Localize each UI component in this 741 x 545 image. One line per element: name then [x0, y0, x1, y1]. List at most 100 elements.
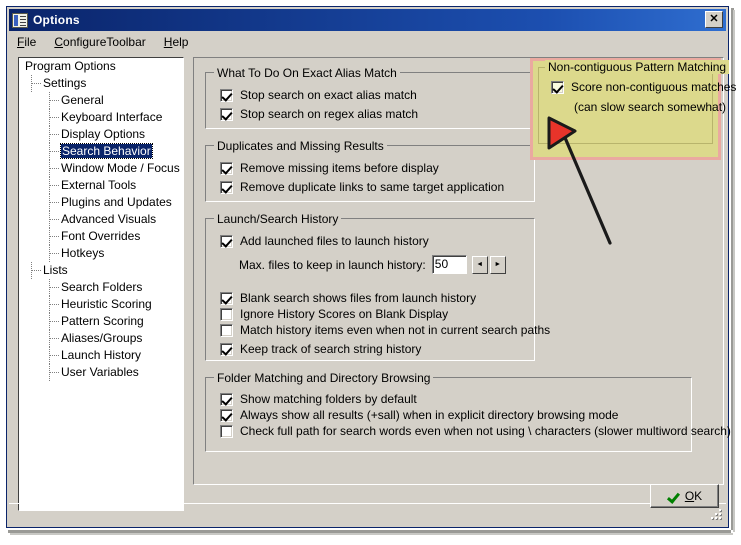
checkbox-icon[interactable]: [220, 161, 233, 175]
max-files-input[interactable]: 50: [431, 255, 467, 274]
tree-connector: [49, 321, 59, 322]
checkbox-keep-track-search-string[interactable]: Keep track of search string history: [220, 342, 421, 356]
tree-item-label: User Variables: [61, 365, 139, 379]
tree-item-label: External Tools: [61, 178, 137, 192]
checkbox-label: Keep track of search string history: [240, 342, 422, 356]
checkbox-check-full-path[interactable]: Check full path for search words even wh…: [220, 424, 731, 438]
tree-connector: [49, 168, 59, 169]
checkbox-icon[interactable]: [220, 342, 233, 356]
tree-item-launch-history[interactable]: Launch History: [19, 347, 183, 364]
checkbox-icon[interactable]: [220, 88, 233, 102]
tree-item-label: Pattern Scoring: [61, 314, 144, 328]
noncontiguous-note: (can slow search somewhat): [574, 100, 727, 114]
tree-item-label: Launch History: [61, 348, 142, 362]
menu-item-file[interactable]: File: [17, 35, 36, 49]
tree-item-heuristic-scoring[interactable]: Heuristic Scoring: [19, 296, 183, 313]
tree-item-advanced-visuals[interactable]: Advanced Visuals: [19, 211, 183, 228]
group-title: Folder Matching and Directory Browsing: [214, 371, 434, 385]
tree-item-label: Search Behavior: [60, 143, 153, 159]
checkbox-label: Add launched files to launch history: [240, 234, 429, 248]
tree-item-pattern-scoring[interactable]: Pattern Scoring: [19, 313, 183, 330]
green-check-icon: [667, 491, 679, 502]
spinner-decrement-button[interactable]: ◄: [471, 255, 488, 274]
dialog-footer: [9, 503, 726, 525]
tree-item-label: Font Overrides: [61, 229, 141, 243]
close-icon[interactable]: ✕: [705, 11, 723, 28]
tree-item-label: Aliases/Groups: [61, 331, 143, 345]
tree-item-label: Plugins and Updates: [61, 195, 172, 209]
menu-item-help[interactable]: Help: [164, 35, 189, 49]
checkbox-remove-missing-items[interactable]: Remove missing items before display: [220, 161, 439, 175]
tree-item-settings[interactable]: Settings: [19, 75, 183, 92]
tree-item-label: Window Mode / Focus: [61, 161, 180, 175]
tree-connector: [49, 372, 59, 373]
settings-tree[interactable]: Program Options Settings General Keyboard I…: [18, 57, 184, 511]
checkbox-icon[interactable]: [220, 107, 233, 121]
tree-item-plugins-and-updates[interactable]: Plugins and Updates: [19, 194, 183, 211]
checkbox-icon[interactable]: [220, 291, 233, 305]
checkbox-label: Remove missing items before display: [240, 161, 439, 175]
checkbox-icon[interactable]: [220, 424, 233, 438]
group-duplicates-missing-results: Duplicates and Missing Results Remove mi…: [205, 139, 535, 202]
window-title: Options: [33, 13, 80, 27]
tree-item-label: General: [61, 93, 104, 107]
tree-item-lists[interactable]: Lists: [19, 262, 183, 279]
tree-connector: [49, 134, 59, 135]
tree-item-search-behavior[interactable]: Search Behavior: [19, 143, 183, 160]
tree-connector: [49, 355, 59, 356]
tree-item-external-tools[interactable]: External Tools: [19, 177, 183, 194]
tree-item-display-options[interactable]: Display Options: [19, 126, 183, 143]
tree-item-label: Display Options: [61, 127, 146, 141]
checkbox-score-noncontiguous-matches[interactable]: Score non-contiguous matches: [551, 80, 736, 94]
tree-item-keyboard-interface[interactable]: Keyboard Interface: [19, 109, 183, 126]
checkbox-always-show-all-results[interactable]: Always show all results (+sall) when in …: [220, 408, 618, 422]
tree-connector: [49, 304, 59, 305]
checkbox-show-matching-folders[interactable]: Show matching folders by default: [220, 392, 417, 406]
tree-item-search-folders[interactable]: Search Folders: [19, 279, 183, 296]
tree-connector: [49, 253, 59, 254]
highlight-annotation-noncontiguous-pattern-matching: Non-contiguous Pattern Matching Score no…: [530, 58, 736, 160]
tree-connector: [31, 270, 41, 271]
checkbox-icon[interactable]: [220, 392, 233, 406]
spinner-increment-button[interactable]: ►: [489, 255, 506, 274]
group-folder-matching: Folder Matching and Directory Browsing S…: [205, 371, 731, 452]
ok-button[interactable]: OK: [650, 484, 719, 508]
checkbox-icon[interactable]: [220, 307, 233, 321]
tree-connector: [49, 151, 59, 152]
checkbox-label: Remove duplicate links to same target ap…: [240, 180, 505, 194]
tree-connector: [49, 100, 59, 101]
window-titlebar[interactable]: Options ✕: [9, 9, 726, 31]
checkbox-icon[interactable]: [220, 323, 233, 337]
tree-item-general[interactable]: General: [19, 92, 183, 109]
menubar: File ConfigureToolbar Help: [9, 32, 726, 51]
checkbox-icon[interactable]: [220, 234, 233, 248]
tree-item-window-mode-focus[interactable]: Window Mode / Focus: [19, 160, 183, 177]
tree-connector: [49, 117, 59, 118]
checkbox-label: Blank search shows files from launch his…: [240, 291, 477, 305]
tree-item-label: Settings: [43, 76, 87, 90]
group-title: Launch/Search History: [214, 212, 342, 226]
tree-item-font-overrides[interactable]: Font Overrides: [19, 228, 183, 245]
tree-item-hotkeys[interactable]: Hotkeys: [19, 245, 183, 262]
checkbox-icon[interactable]: [220, 180, 233, 194]
options-dialog-screenshot: Options ✕ File ConfigureToolbar Help Pro…: [0, 0, 741, 545]
checkbox-icon[interactable]: [220, 408, 233, 422]
checkbox-label: Stop search on exact alias match: [240, 88, 417, 102]
checkbox-blank-search-shows-files[interactable]: Blank search shows files from launch his…: [220, 291, 476, 305]
tree-connector: [49, 236, 59, 237]
tree-item-program-options[interactable]: Program Options: [19, 58, 183, 75]
checkbox-match-history-items[interactable]: Match history items even when not in cur…: [220, 323, 550, 337]
checkbox-remove-duplicate-links[interactable]: Remove duplicate links to same target ap…: [220, 180, 504, 194]
checkbox-label: Ignore History Scores on Blank Display: [240, 307, 449, 321]
checkbox-ignore-history-scores[interactable]: Ignore History Scores on Blank Display: [220, 307, 448, 321]
tree-item-aliases-groups[interactable]: Aliases/Groups: [19, 330, 183, 347]
checkbox-stop-search-regex-alias[interactable]: Stop search on regex alias match: [220, 107, 418, 121]
checkbox-add-launched-files[interactable]: Add launched files to launch history: [220, 234, 429, 248]
resize-grip[interactable]: [709, 509, 723, 523]
tree-item-user-variables[interactable]: User Variables: [19, 364, 183, 381]
menu-item-configuretoolbar[interactable]: ConfigureToolbar: [54, 35, 145, 49]
group-title: What To Do On Exact Alias Match: [214, 66, 400, 80]
group-title: Non-contiguous Pattern Matching: [545, 60, 730, 74]
checkbox-icon[interactable]: [551, 80, 564, 94]
checkbox-stop-search-exact-alias[interactable]: Stop search on exact alias match: [220, 88, 417, 102]
